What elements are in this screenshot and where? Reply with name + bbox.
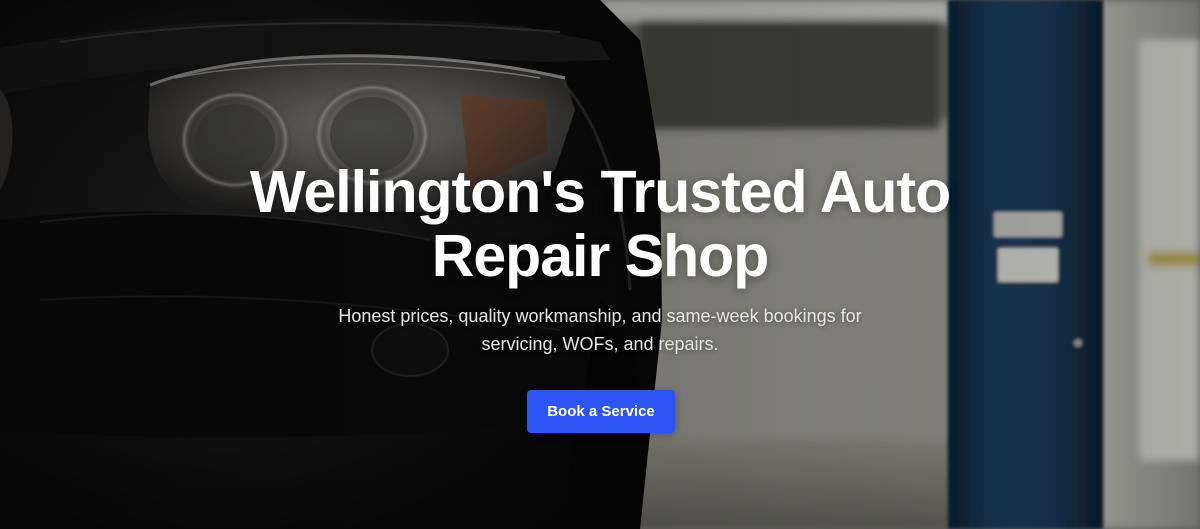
hero-content: Wellington's Trusted Auto Repair Shop Ho… [0,0,1200,529]
hero-title: Wellington's Trusted Auto Repair Shop [249,159,951,289]
hero-subtitle: Honest prices, quality workmanship, and … [338,306,862,354]
book-service-button[interactable]: Book a Service [527,390,675,433]
hero-section: Wellington's Trusted Auto Repair Shop Ho… [0,0,1200,529]
